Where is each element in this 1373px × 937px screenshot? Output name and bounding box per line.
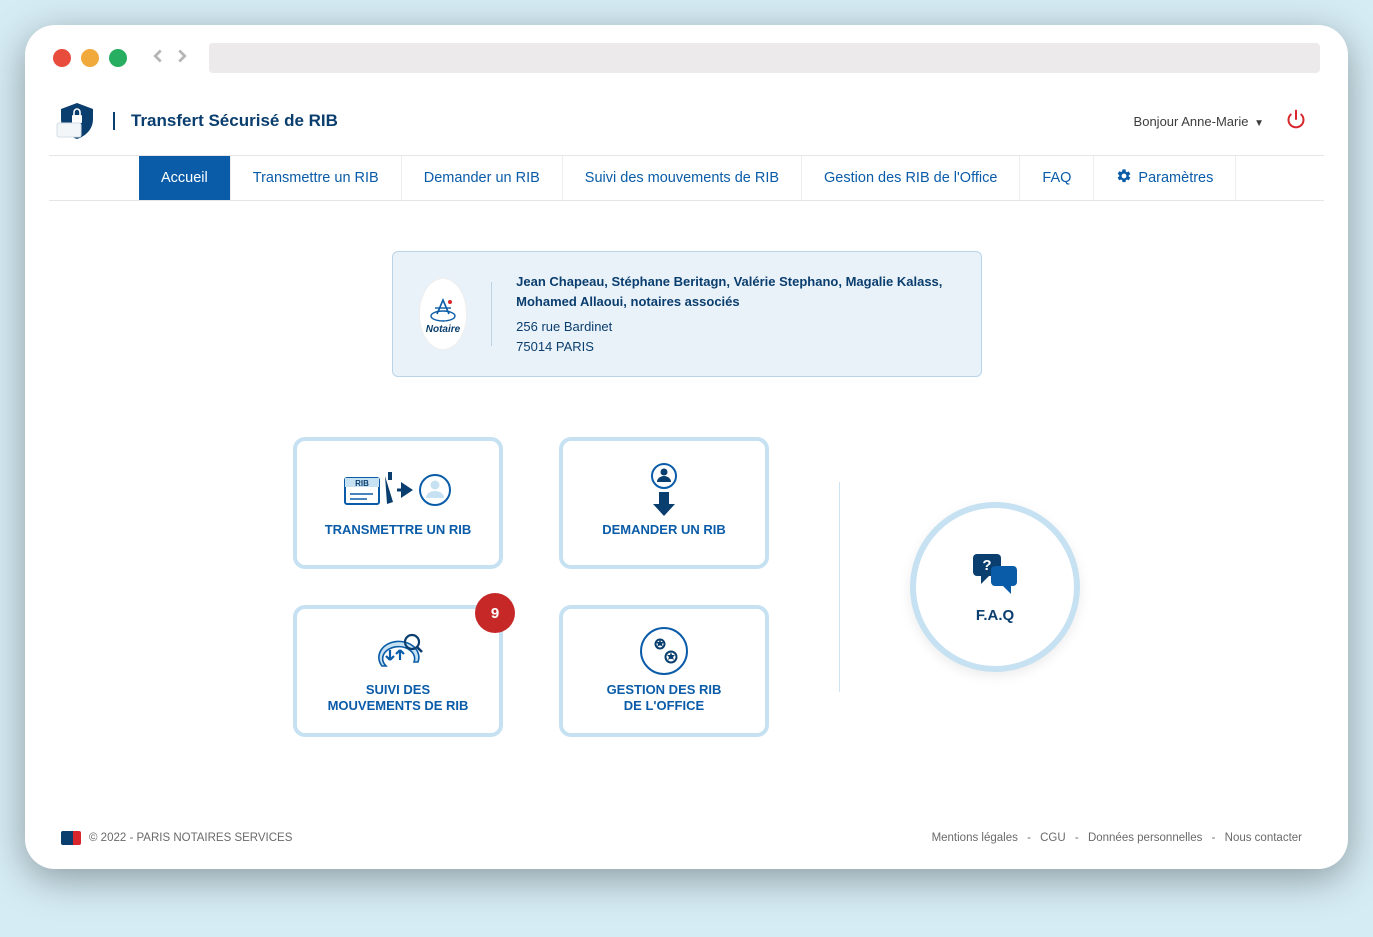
tile-label-line: SUIVI DES — [366, 682, 430, 697]
separator: - — [1075, 832, 1079, 844]
footer-logo-icon — [61, 831, 81, 845]
tile-label: TRANSMETTRE UN RIB — [325, 522, 472, 538]
window-maximize-dot[interactable] — [109, 49, 127, 67]
transmettre-rib-icon: RIB — [343, 468, 453, 514]
tile-label: SUIVI DES MOUVEMENTS DE RIB — [328, 682, 469, 715]
faq-label: F.A.Q — [976, 607, 1014, 624]
separator: - — [1212, 832, 1216, 844]
tile-transmettre-rib[interactable]: RIB TRA — [293, 437, 503, 569]
nav-gestion[interactable]: Gestion des RIB de l'Office — [802, 156, 1020, 200]
tile-label-line: MOUVEMENTS DE RIB — [328, 698, 469, 713]
browser-frame: Transfert Sécurisé de RIB Bonjour Anne-M… — [25, 25, 1348, 869]
footer-link-mentions[interactable]: Mentions légales — [932, 832, 1018, 844]
gestion-rib-icon — [638, 628, 690, 674]
office-info-card: Notaire Jean Chapeau, Stéphane Beritagn,… — [392, 251, 982, 377]
nav-label: Paramètres — [1138, 170, 1213, 186]
notification-badge: 9 — [475, 593, 515, 633]
tile-faq[interactable]: ? F.A.Q — [910, 502, 1080, 672]
app-title: Transfert Sécurisé de RIB — [113, 112, 338, 131]
tile-label-line: DE L'OFFICE — [624, 698, 704, 713]
tile-label-line: GESTION DES RIB — [607, 682, 722, 697]
gear-icon — [1116, 168, 1132, 188]
vertical-divider — [839, 482, 840, 692]
action-tiles-grid: RIB TRA — [293, 437, 769, 737]
nav-label: Demander un RIB — [424, 170, 540, 186]
footer-link-donnees[interactable]: Données personnelles — [1088, 832, 1202, 844]
nav-transmettre[interactable]: Transmettre un RIB — [231, 156, 402, 200]
nav-demander[interactable]: Demander un RIB — [402, 156, 563, 200]
nav-label: Transmettre un RIB — [253, 170, 379, 186]
suivi-mouvements-icon — [368, 628, 428, 674]
greeting-username: Anne-Marie — [1181, 114, 1248, 129]
browser-back-icon[interactable] — [147, 45, 169, 72]
nav-accueil[interactable]: Accueil — [139, 156, 231, 200]
footer-link-cgu[interactable]: CGU — [1040, 832, 1066, 844]
footer-link-contact[interactable]: Nous contacter — [1225, 832, 1302, 844]
window-close-dot[interactable] — [53, 49, 71, 67]
browser-url-bar[interactable] — [209, 43, 1320, 73]
office-address-1: 256 rue Bardinet — [516, 317, 954, 337]
notaire-logo: Notaire — [419, 278, 468, 350]
logout-button[interactable] — [1286, 109, 1306, 134]
office-address-2: 75014 PARIS — [516, 337, 954, 357]
app-logo-icon — [55, 101, 99, 141]
footer-copyright: © 2022 - PARIS NOTAIRES SERVICES — [89, 832, 292, 844]
tile-gestion-rib-office[interactable]: GESTION DES RIB DE L'OFFICE — [559, 605, 769, 737]
tile-suivi-mouvements[interactable]: 9 SUIVI DES MOUVEM — [293, 605, 503, 737]
demander-rib-icon — [641, 468, 687, 514]
chevron-down-icon: ▼ — [1254, 118, 1264, 129]
main-navbar: Accueil Transmettre un RIB Demander un R… — [49, 155, 1324, 201]
svg-text:RIB: RIB — [355, 479, 369, 488]
greeting-prefix: Bonjour — [1134, 114, 1179, 129]
nav-label: Accueil — [161, 170, 208, 186]
nav-faq[interactable]: FAQ — [1020, 156, 1094, 200]
browser-chrome-bar — [25, 25, 1348, 83]
nav-spacer — [49, 156, 139, 200]
nav-label: Suivi des mouvements de RIB — [585, 170, 779, 186]
nav-label: FAQ — [1042, 170, 1071, 186]
nav-suivi[interactable]: Suivi des mouvements de RIB — [563, 156, 802, 200]
faq-chat-icon: ? — [967, 550, 1023, 601]
tile-demander-rib[interactable]: DEMANDER UN RIB — [559, 437, 769, 569]
footer: © 2022 - PARIS NOTAIRES SERVICES Mention… — [31, 817, 1342, 869]
svg-text:?: ? — [982, 557, 991, 574]
office-names: Jean Chapeau, Stéphane Beritagn, Valérie… — [516, 272, 954, 311]
nav-parametres[interactable]: Paramètres — [1094, 156, 1236, 200]
notaire-logo-text: Notaire — [426, 324, 460, 335]
divider — [491, 282, 492, 346]
browser-forward-icon[interactable] — [171, 45, 193, 72]
user-greeting-dropdown[interactable]: Bonjour Anne-Marie ▼ — [1134, 114, 1264, 129]
app-header: Transfert Sécurisé de RIB Bonjour Anne-M… — [31, 83, 1342, 147]
separator: - — [1027, 832, 1031, 844]
window-minimize-dot[interactable] — [81, 49, 99, 67]
tile-label: DEMANDER UN RIB — [602, 522, 726, 538]
nav-label: Gestion des RIB de l'Office — [824, 170, 997, 186]
tile-label: GESTION DES RIB DE L'OFFICE — [607, 682, 722, 715]
